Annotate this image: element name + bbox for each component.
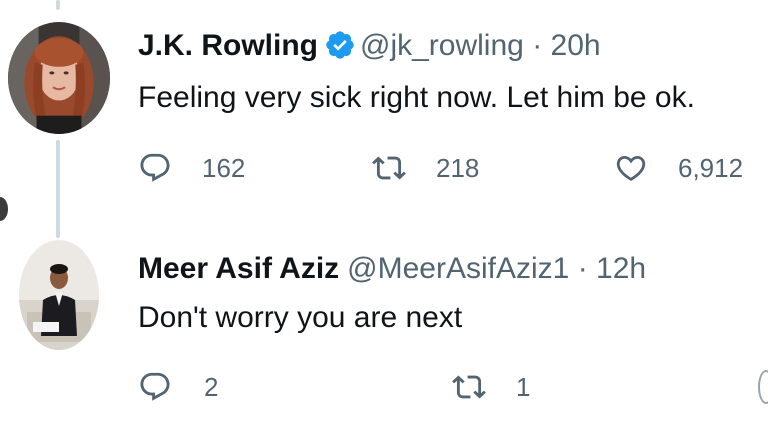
separator: ·	[532, 29, 543, 62]
handle[interactable]: @jk_rowling	[360, 29, 524, 62]
edge-indicator	[0, 197, 8, 221]
verified-badge-icon	[326, 31, 354, 59]
retweet-button[interactable]: 218	[372, 148, 479, 188]
tweet-actions: 162 218 6,912	[138, 148, 768, 188]
timestamp[interactable]: 20h	[551, 29, 601, 62]
tweet-header: J.K. Rowling @jk_rowling · 20h	[138, 28, 601, 64]
reply-icon	[140, 153, 170, 182]
tweet-text: Feeling very sick right now. Let him be …	[138, 81, 695, 114]
tweet-header: Meer Asif Aziz @MeerAsifAziz1 · 12h	[138, 251, 646, 287]
tweet[interactable]: Meer Asif Aziz @MeerAsifAziz1 · 12h Don't…	[0, 238, 768, 439]
like-button[interactable]: 6,912	[614, 148, 743, 188]
display-name[interactable]: Meer Asif Aziz	[138, 252, 339, 285]
like-count: 6,912	[678, 152, 744, 183]
reply-count: 162	[202, 152, 246, 183]
tweet[interactable]: J.K. Rowling @jk_rowling · 20h Feeling v…	[0, 0, 768, 200]
retweet-button[interactable]: 1	[452, 367, 530, 407]
avatar[interactable]	[19, 240, 99, 350]
timestamp[interactable]: 12h	[596, 252, 646, 285]
like-icon	[616, 155, 646, 181]
retweet-icon	[452, 375, 486, 399]
reply-button[interactable]: 2	[138, 367, 218, 407]
display-name[interactable]: J.K. Rowling	[138, 29, 318, 62]
reply-button[interactable]: 162	[138, 148, 245, 188]
retweet-icon	[372, 156, 406, 180]
avatar[interactable]	[8, 22, 110, 134]
avatar-image	[19, 240, 99, 350]
reply-icon	[140, 372, 170, 401]
separator: ·	[577, 252, 588, 285]
tweet-text: Don't worry you are next	[138, 301, 463, 334]
retweet-count: 1	[516, 371, 531, 402]
avatar-image	[8, 22, 110, 134]
reply-count: 2	[204, 371, 219, 402]
tweet-actions: 2 1	[138, 367, 768, 407]
retweet-count: 218	[436, 152, 480, 183]
handle[interactable]: @MeerAsifAziz1	[347, 252, 569, 285]
